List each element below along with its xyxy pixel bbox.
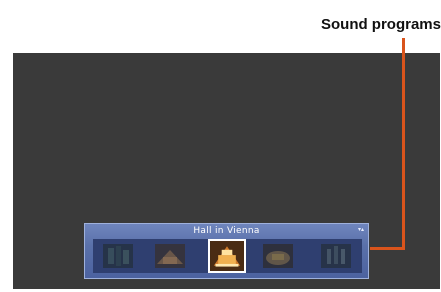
program-thumbnail-strip [93,239,362,273]
dark-hall-icon[interactable] [103,244,133,268]
theater-hall-icon[interactable] [263,244,293,268]
sound-programs-callout-label: Sound programs [320,16,441,33]
vienna-hall-icon[interactable] [208,239,246,273]
stage-hall-icon[interactable] [155,244,185,268]
callout-leader-line-horizontal [370,247,405,250]
scroll-arrows-icon: ▾▴ [357,226,364,233]
sound-program-osd: Hall in Vienna ▾▴ [84,223,369,279]
program-name: Hall in Vienna [193,226,260,236]
cathedral-hall-icon[interactable] [321,244,351,268]
callout-leader-line [402,38,405,250]
